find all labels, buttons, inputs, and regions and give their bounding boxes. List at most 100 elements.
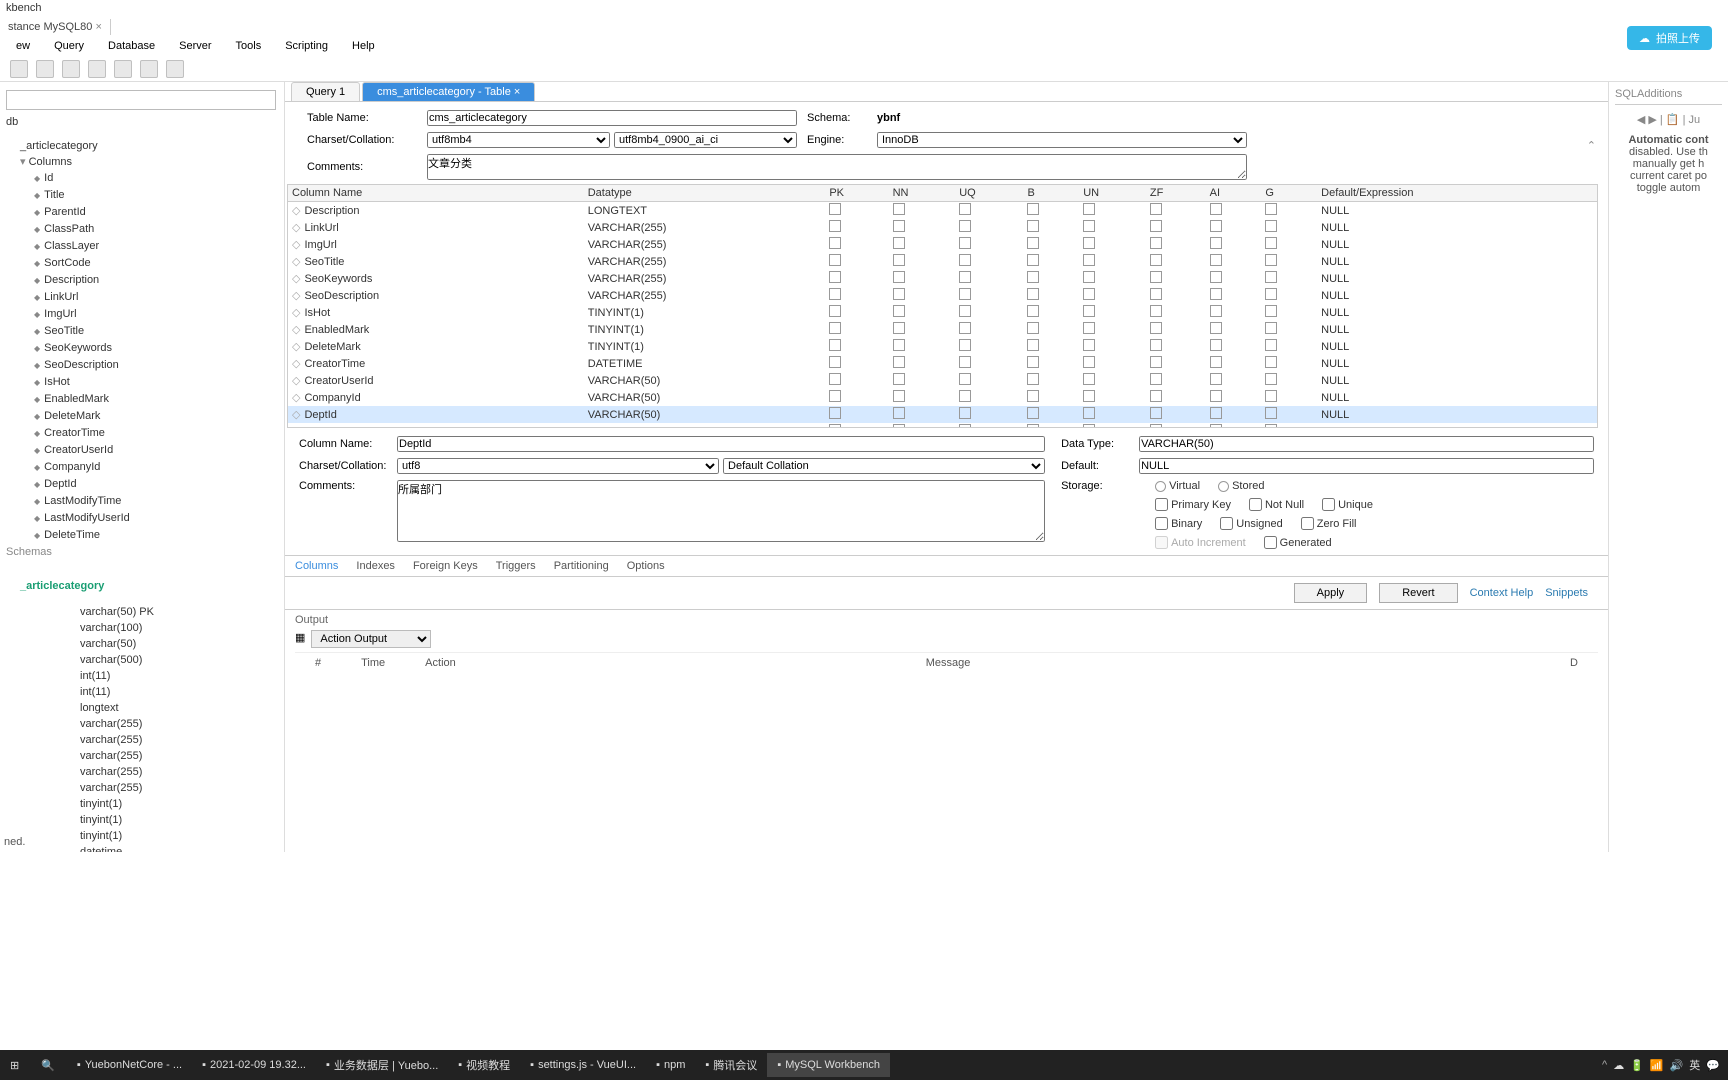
tree-column[interactable]: Id [6, 170, 282, 187]
tray-icon[interactable]: 🔊 [1670, 1059, 1684, 1072]
schema-filter-input[interactable] [6, 90, 276, 110]
toolbar-icon-7[interactable] [166, 60, 184, 78]
column-row[interactable]: CompanyIdVARCHAR(50)NULL [288, 389, 1597, 406]
column-row[interactable]: CreatorUserIdVARCHAR(50)NULL [288, 372, 1597, 389]
table-comments-input[interactable]: 文章分类 [427, 154, 1247, 180]
col-comments-input[interactable]: 所属部门 [397, 480, 1045, 542]
column-row[interactable]: SeoKeywordsVARCHAR(255)NULL [288, 270, 1597, 287]
taskbar-item[interactable]: ▪ 2021-02-09 19.32... [192, 1053, 316, 1077]
check-uq[interactable]: Unique [1322, 498, 1373, 511]
subtab-fk[interactable]: Foreign Keys [413, 560, 478, 572]
tree-column[interactable]: LastModifyTime [6, 493, 282, 510]
check-un[interactable]: Unsigned [1220, 517, 1282, 530]
column-row[interactable]: IsHotTINYINT(1)NULL [288, 304, 1597, 321]
tray-lang[interactable]: 英 [1689, 1057, 1700, 1073]
taskbar-item[interactable]: ▪ 业务数据层 | Yuebo... [316, 1053, 448, 1077]
toolbar-icon-4[interactable] [88, 60, 106, 78]
radio-virtual[interactable]: Virtual [1155, 480, 1200, 492]
output-type-select[interactable]: Action Output [311, 630, 431, 648]
check-nn[interactable]: Not Null [1249, 498, 1304, 511]
tree-column[interactable]: LastModifyUserId [6, 510, 282, 527]
datatype-input[interactable] [1139, 436, 1594, 452]
tray-icon[interactable]: ☁ [1613, 1059, 1624, 1072]
column-row[interactable]: EnabledMarkTINYINT(1)NULL [288, 321, 1597, 338]
tree-column[interactable]: ParentId [6, 204, 282, 221]
toolbar-icon-3[interactable] [62, 60, 80, 78]
column-name-input[interactable] [397, 436, 1045, 452]
db-node[interactable]: db [6, 114, 282, 130]
toolbar-icon-1[interactable] [10, 60, 28, 78]
tree-column[interactable]: IsHot [6, 374, 282, 391]
schema-tree[interactable]: db _articlecategory ▾ Columns IdTitlePar… [2, 114, 282, 852]
col-collation-select[interactable]: Default Collation [723, 458, 1045, 474]
tree-column[interactable]: ClassLayer [6, 238, 282, 255]
system-tray[interactable]: ^ ☁ 🔋 📶 🔊 英 💬 [1602, 1057, 1728, 1073]
instance-tab[interactable]: stance MySQL80 × [0, 19, 111, 35]
check-pk[interactable]: Primary Key [1155, 498, 1231, 511]
tab-table[interactable]: cms_articlecategory - Table × [362, 82, 535, 101]
tray-chevron-icon[interactable]: ^ [1602, 1059, 1607, 1071]
context-help-link[interactable]: Context Help [1470, 587, 1534, 599]
tree-column[interactable]: CreatorTime [6, 425, 282, 442]
tray-icon[interactable]: 📶 [1650, 1059, 1664, 1072]
subtab-indexes[interactable]: Indexes [356, 560, 395, 572]
upload-badge[interactable]: ☁ 拍照上传 [1627, 26, 1712, 50]
engine-select[interactable]: InnoDB [877, 132, 1247, 148]
menu-scripting[interactable]: Scripting [275, 38, 338, 54]
tree-column[interactable]: LinkUrl [6, 289, 282, 306]
close-icon[interactable]: × [95, 21, 101, 33]
menu-help[interactable]: Help [342, 38, 385, 54]
col-charset-select[interactable]: utf8 [397, 458, 719, 474]
toolbar-icon-5[interactable] [114, 60, 132, 78]
collation-select[interactable]: utf8mb4_0900_ai_ci [614, 132, 797, 148]
tree-column[interactable]: CompanyId [6, 459, 282, 476]
menu-query[interactable]: Query [44, 38, 94, 54]
column-row[interactable]: DeptIdVARCHAR(50)NULL [288, 406, 1597, 423]
taskbar-item[interactable]: ▪ npm [646, 1053, 695, 1077]
tree-column[interactable]: DeptId [6, 476, 282, 493]
column-row[interactable]: DescriptionLONGTEXTNULL [288, 202, 1597, 220]
tree-column[interactable]: EnabledMark [6, 391, 282, 408]
tree-column[interactable]: DeleteMark [6, 408, 282, 425]
tray-notifications-icon[interactable]: 💬 [1706, 1059, 1720, 1072]
check-zf[interactable]: Zero Fill [1301, 517, 1357, 530]
column-row[interactable]: SeoTitleVARCHAR(255)NULL [288, 253, 1597, 270]
menu-database[interactable]: Database [98, 38, 165, 54]
check-ai[interactable]: Auto Increment [1155, 536, 1246, 549]
table-name-input[interactable] [427, 110, 797, 126]
tray-icon[interactable]: 🔋 [1630, 1059, 1644, 1072]
apply-button[interactable]: Apply [1294, 583, 1368, 603]
tree-column[interactable]: SeoKeywords [6, 340, 282, 357]
tree-column[interactable]: SeoTitle [6, 323, 282, 340]
columns-grid[interactable]: Column NameDatatypePKNNUQBUNZFAIGDefault… [287, 184, 1598, 428]
column-row[interactable]: LastModifyTimeDATETIMENULL [288, 423, 1597, 428]
column-row[interactable]: SeoDescriptionVARCHAR(255)NULL [288, 287, 1597, 304]
subtab-partitioning[interactable]: Partitioning [554, 560, 609, 572]
column-row[interactable]: CreatorTimeDATETIMENULL [288, 355, 1597, 372]
toolbar-icon-2[interactable] [36, 60, 54, 78]
menu-tools[interactable]: Tools [226, 38, 272, 54]
subtab-options[interactable]: Options [627, 560, 665, 572]
subtab-triggers[interactable]: Triggers [496, 560, 536, 572]
column-row[interactable]: ImgUrlVARCHAR(255)NULL [288, 236, 1597, 253]
taskbar-search[interactable]: 🔍 [31, 1055, 65, 1076]
tree-column[interactable]: ImgUrl [6, 306, 282, 323]
check-bin[interactable]: Binary [1155, 517, 1202, 530]
subtab-columns[interactable]: Columns [295, 560, 338, 572]
taskbar-start[interactable]: ⊞ [0, 1055, 29, 1076]
column-row[interactable]: DeleteMarkTINYINT(1)NULL [288, 338, 1597, 355]
tree-column[interactable]: SeoDescription [6, 357, 282, 374]
menu-view[interactable]: ew [6, 38, 40, 54]
tree-column[interactable]: ClassPath [6, 221, 282, 238]
columns-node[interactable]: ▾ Columns [6, 154, 282, 170]
close-icon[interactable]: × [514, 86, 520, 98]
tab-query1[interactable]: Query 1 [291, 82, 360, 101]
revert-button[interactable]: Revert [1379, 583, 1457, 603]
check-gen[interactable]: Generated [1264, 536, 1332, 549]
tree-column[interactable]: CreatorUserId [6, 442, 282, 459]
table-node[interactable]: _articlecategory [6, 138, 282, 154]
tree-column[interactable]: DeleteTime [6, 527, 282, 544]
radio-stored[interactable]: Stored [1218, 480, 1264, 492]
taskbar-item[interactable]: ▪ 腾讯会议 [695, 1053, 767, 1077]
taskbar-item[interactable]: ▪ 视频教程 [448, 1053, 520, 1077]
